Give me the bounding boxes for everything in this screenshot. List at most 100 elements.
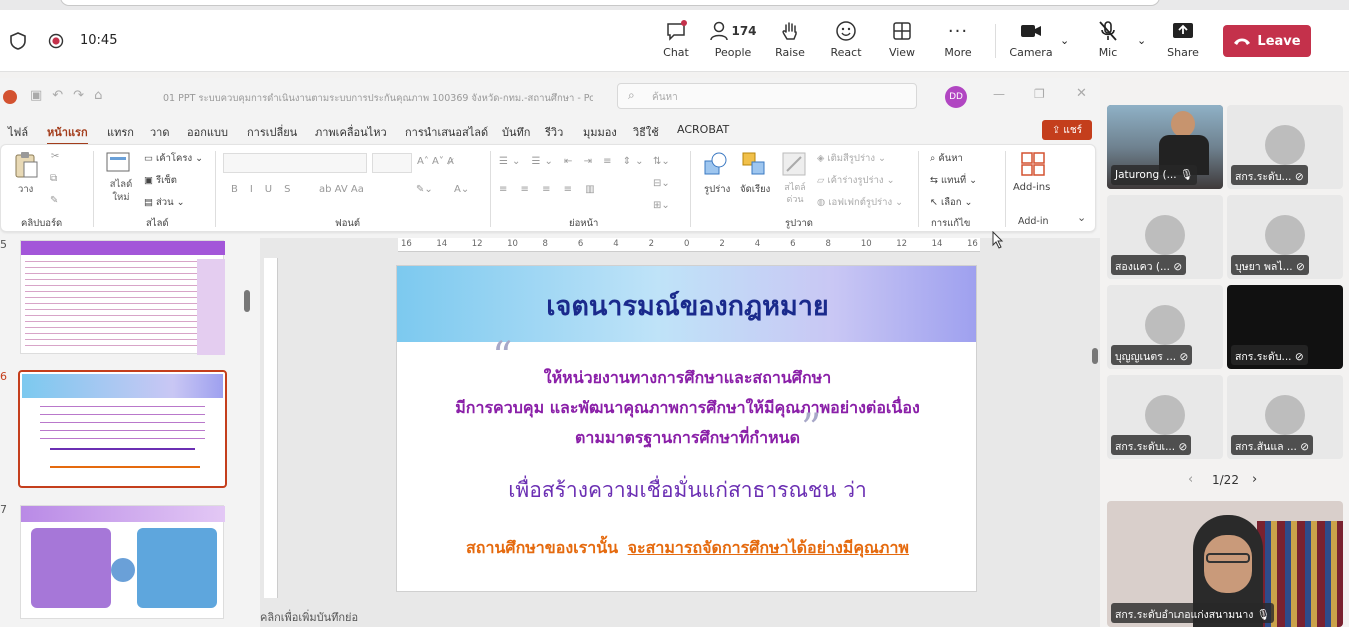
participant-tile[interactable]: สกร.ระดับเ... ⊘ — [1107, 375, 1223, 459]
copy-icon[interactable]: ⧉ — [50, 173, 57, 184]
participant-tile[interactable]: บุษยา พลไ... ⊘ — [1227, 195, 1343, 279]
close-icon[interactable]: ✕ — [1076, 86, 1087, 101]
quick-styles-icon[interactable] — [781, 151, 807, 177]
glasses-icon — [1206, 553, 1250, 563]
cut-icon[interactable]: ✂ — [51, 151, 59, 162]
layout-label: เค้าโครง — [156, 153, 193, 164]
slide-line-4: เพื่อสร้างความเชื่อมั่นแก่สาธารณชน ว่า — [508, 478, 867, 502]
user-avatar[interactable]: DD — [945, 86, 967, 108]
tab-file[interactable]: ไฟล์ — [8, 123, 28, 141]
tab-design[interactable]: ออกแบบ — [187, 123, 228, 141]
ppt-share-button[interactable]: ⇪ แชร์ — [1042, 120, 1092, 140]
raise-button[interactable]: Raise — [764, 18, 816, 59]
notes-placeholder[interactable]: คลิกเพื่อเพิ่มบันทึกย่อ — [260, 608, 358, 626]
list-icons[interactable]: ☰⌄ ☰⌄ ⇤ ⇥ ≡ ⇕⌄ — [499, 156, 647, 167]
tab-draw[interactable]: วาด — [150, 123, 170, 141]
group-slides-label: สไลด์ — [146, 218, 169, 229]
find-button[interactable]: ⌕ ค้นหา — [930, 151, 963, 166]
current-slide[interactable]: เจตนารมณ์ของกฎหมาย “ ให้หน่วยงานทางการศึ… — [396, 265, 977, 592]
share-button[interactable]: Share — [1157, 18, 1209, 59]
avatar-icon — [1145, 215, 1185, 255]
addins-icon[interactable] — [1020, 151, 1046, 177]
slide-thumbnail-7[interactable] — [20, 505, 225, 619]
self-view-video[interactable]: สกร.ระดับอำเภอแก่งสนามนาง 🎙 — [1107, 501, 1343, 627]
collapse-ribbon-icon[interactable]: ⌄ — [1077, 211, 1086, 224]
arrange-icon[interactable] — [741, 151, 767, 177]
camera-button[interactable]: Camera — [1005, 18, 1057, 59]
participant-tile[interactable]: สองแคว (... ⊘ — [1107, 195, 1223, 279]
ruler-tick-label: 14 — [931, 239, 943, 249]
replace-button[interactable]: ⇆ แทนที่ ⌄ — [930, 173, 977, 188]
tab-animations[interactable]: ภาพเคลื่อนไหว — [315, 123, 387, 141]
font-size-box[interactable] — [372, 153, 412, 173]
minimize-icon[interactable]: — — [993, 87, 1005, 101]
prev-page-icon[interactable]: ‹ — [1188, 472, 1193, 487]
section-button[interactable]: ▤ ส่วน ⌄ — [144, 195, 185, 210]
text-direction-icon[interactable]: ⇅⌄ — [653, 156, 670, 167]
camera-chevron-icon[interactable]: ⌄ — [1060, 34, 1069, 47]
select-button[interactable]: ↖ เลือก ⌄ — [930, 195, 973, 210]
participant-tile-video[interactable]: Jaturong (... 🎙 — [1107, 105, 1223, 189]
spacing-icons[interactable]: ab AV Aa — [319, 184, 364, 195]
shape-outline-button[interactable]: ▱ เค้าร่างรูปร่าง ⌄ — [817, 173, 895, 188]
ppt-search-box[interactable]: ⌕ ค้นหา — [617, 83, 917, 109]
font-grow-icon[interactable]: A˄ A˅ A̷ — [417, 156, 454, 167]
tab-home[interactable]: หน้าแรก — [47, 123, 88, 145]
raise-label: Raise — [775, 46, 805, 59]
select-label: เลือก — [940, 197, 962, 208]
more-button[interactable]: ··· More — [932, 18, 984, 60]
layout-button[interactable]: ▭ เค้าโครง ⌄ — [144, 151, 203, 166]
align-icons[interactable]: ≡ ≡ ≡ ≡ ▥ — [499, 184, 600, 195]
group-addin-label: Add-in — [1018, 216, 1049, 227]
paste-icon[interactable] — [13, 151, 39, 179]
recording-icon — [48, 33, 64, 49]
tab-help[interactable]: วิธีใช้ — [633, 123, 659, 141]
align-text-icon[interactable]: ⊟⌄ — [653, 178, 670, 189]
arrow-icon — [111, 558, 135, 582]
editor-scrollbar[interactable] — [1092, 348, 1098, 364]
address-bar[interactable] — [60, 0, 1160, 6]
avatar-icon — [1145, 305, 1185, 345]
text-format-icons[interactable]: BIUS — [231, 184, 302, 195]
people-label: People — [714, 46, 752, 59]
shapes-icon[interactable] — [703, 151, 729, 177]
tab-acrobat[interactable]: ACROBAT — [677, 123, 729, 136]
tab-view[interactable]: มุมมอง — [583, 123, 617, 141]
participant-tile[interactable]: บุญญเนตร ... ⊘ — [1107, 285, 1223, 369]
leave-label: Leave — [1257, 33, 1301, 49]
font-color-icon[interactable]: A⌄ — [454, 184, 469, 195]
reset-button[interactable]: ▣ รีเซ็ต — [144, 173, 177, 188]
new-slide-icon[interactable] — [105, 151, 131, 175]
tab-transitions[interactable]: การเปลี่ยน — [247, 123, 297, 141]
grid-view-icon — [893, 22, 911, 40]
react-button[interactable]: React — [820, 18, 872, 59]
slide-thumbnail-5[interactable] — [20, 240, 225, 355]
participant-name: สกร.ระดับเ... ⊘ — [1111, 435, 1192, 455]
tab-review[interactable]: รีวิว — [545, 123, 563, 141]
chat-button[interactable]: Chat — [650, 18, 702, 59]
quick-styles-label: สไตล์ด่วน — [784, 183, 806, 205]
tab-slideshow[interactable]: การนำเสนอสไลด์ — [405, 123, 488, 141]
restore-icon[interactable]: ❐ — [1034, 87, 1045, 101]
format-painter-icon[interactable]: ✎ — [50, 195, 58, 206]
shape-effects-button[interactable]: ◍ เอฟเฟกต์รูปร่าง ⌄ — [817, 195, 903, 210]
quick-access-icons[interactable]: ▣↶↷⌂ — [30, 88, 112, 103]
mic-button[interactable]: Mic — [1082, 18, 1134, 59]
slide-thumbnail-6[interactable] — [18, 370, 227, 488]
smartart-icon[interactable]: ⊞⌄ — [653, 200, 670, 211]
tab-insert[interactable]: แทรก — [107, 123, 134, 141]
participant-tile[interactable]: สกร.สันแล ... ⊘ — [1227, 375, 1343, 459]
shape-fill-button[interactable]: ◈ เติมสีรูปร่าง ⌄ — [817, 151, 886, 166]
view-button[interactable]: View — [876, 18, 928, 59]
participant-tile[interactable]: สกร.ระดับ... ⊘ — [1227, 285, 1343, 369]
tab-record[interactable]: บันทึก — [502, 123, 530, 141]
people-button[interactable]: 174 People — [707, 18, 759, 59]
leave-button[interactable]: Leave — [1223, 25, 1311, 57]
next-page-icon[interactable]: › — [1252, 472, 1257, 487]
font-name-box[interactable] — [223, 153, 367, 173]
participant-tile[interactable]: สกร.ระดับ... ⊘ — [1227, 105, 1343, 189]
highlight-icon[interactable]: ✎⌄ — [416, 184, 433, 195]
shape-effects-label: เอฟเฟกต์รูปร่าง — [828, 197, 893, 208]
thumbs-scrollbar[interactable] — [244, 290, 250, 312]
mic-chevron-icon[interactable]: ⌄ — [1137, 34, 1146, 47]
